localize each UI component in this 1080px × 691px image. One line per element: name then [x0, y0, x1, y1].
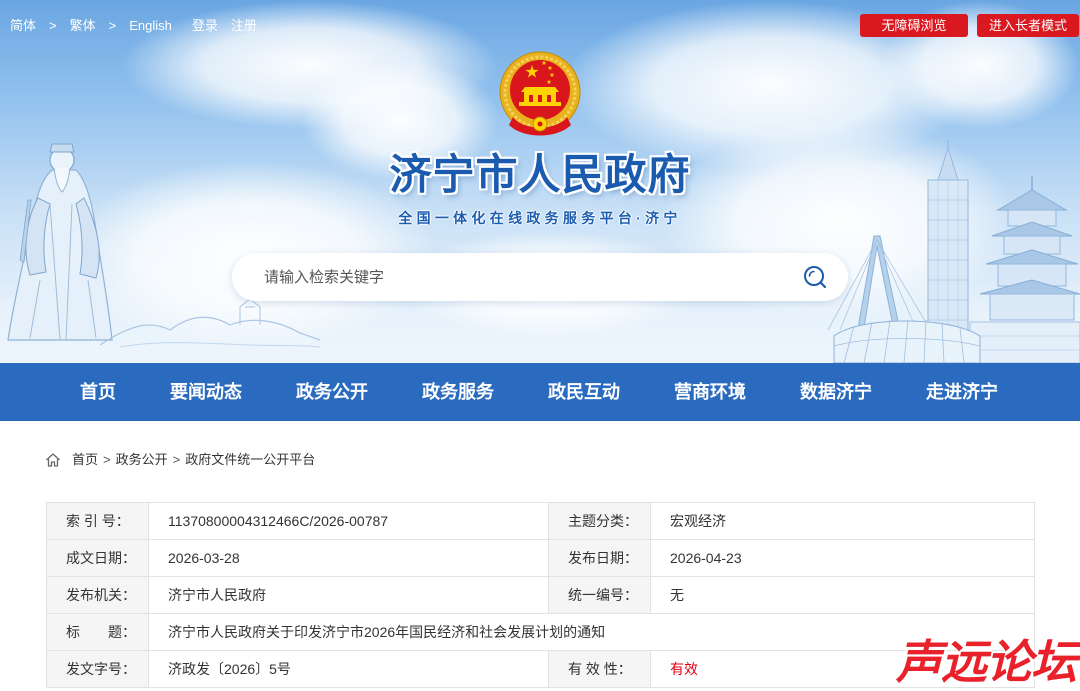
search-bar [232, 253, 848, 301]
main-navigation: 首页 要闻动态 政务公开 政务服务 政民互动 营商环境 数据济宁 走进济宁 [0, 363, 1080, 421]
table-row: 发文字号： 济政发〔2026〕5号 有 效 性： 有效 [46, 650, 1035, 688]
breadcrumb-separator: > [103, 452, 111, 467]
breadcrumb: 首页 > 政务公开 > 政府文件统一公开平台 [45, 451, 315, 469]
site-header: 简体 > 繁体 > English 登录 注册 无障碍浏览 进入长者模式 济宁市… [0, 0, 1080, 363]
lang-traditional-link[interactable]: 繁体 [70, 17, 96, 35]
issuer-label: 发布机关： [46, 576, 149, 614]
publish-date-value: 2026-04-23 [650, 539, 1035, 577]
lang-english-link[interactable]: English [129, 17, 172, 35]
table-row: 标 题： 济宁市人民政府关于印发济宁市2026年国民经济和社会发展计划的通知 [46, 613, 1035, 651]
national-emblem-icon [499, 51, 581, 136]
index-no-label: 索 引 号： [46, 502, 149, 540]
title-label: 标 题： [46, 613, 149, 651]
unified-no-value: 无 [650, 576, 1035, 614]
nav-item-about[interactable]: 走进济宁 [899, 363, 1025, 421]
doc-no-label: 发文字号： [46, 650, 149, 688]
forum-watermark: 声远论坛 [896, 636, 1077, 688]
search-input[interactable] [264, 253, 784, 301]
language-account-links: 简体 > 繁体 > English 登录 注册 [10, 17, 270, 35]
nav-item-news[interactable]: 要闻动态 [143, 363, 269, 421]
link-separator: > [49, 18, 57, 33]
accessibility-button[interactable]: 无障碍浏览 [860, 14, 968, 37]
register-link[interactable]: 注册 [231, 17, 257, 35]
validity-label: 有 效 性： [548, 650, 651, 688]
issuer-value: 济宁市人民政府 [148, 576, 549, 614]
table-row: 发布机关： 济宁市人民政府 统一编号： 无 [46, 576, 1035, 614]
doc-no-value: 济政发〔2026〕5号 [148, 650, 549, 688]
nav-item-gov-services[interactable]: 政务服务 [395, 363, 521, 421]
written-date-value: 2026-03-28 [148, 539, 549, 577]
topic-label: 主题分类： [548, 502, 651, 540]
table-row: 索 引 号： 11370800004312466C/2026-00787 主题分… [46, 502, 1035, 540]
table-row: 成文日期： 2026-03-28 发布日期： 2026-04-23 [46, 539, 1035, 577]
publish-date-label: 发布日期： [548, 539, 651, 577]
breadcrumb-item-document-platform[interactable]: 政府文件统一公开平台 [185, 451, 315, 469]
nav-item-interaction[interactable]: 政民互动 [521, 363, 647, 421]
topic-value: 宏观经济 [650, 502, 1035, 540]
link-separator: > [108, 18, 117, 33]
breadcrumb-separator: > [172, 452, 181, 467]
index-no-value: 11370800004312466C/2026-00787 [148, 502, 549, 540]
written-date-label: 成文日期： [46, 539, 149, 577]
nav-item-business[interactable]: 营商环境 [647, 363, 773, 421]
breadcrumb-item-gov-info[interactable]: 政务公开 [116, 451, 168, 469]
nav-item-home[interactable]: 首页 [53, 363, 143, 421]
site-subtitle: 全国一体化在线政务服务平台·济宁 [398, 210, 682, 226]
document-info-table: 索 引 号： 11370800004312466C/2026-00787 主题分… [46, 502, 1035, 688]
elder-mode-button[interactable]: 进入长者模式 [977, 14, 1079, 37]
login-link[interactable]: 登录 [192, 17, 218, 35]
nav-item-gov-info[interactable]: 政务公开 [269, 363, 395, 421]
nav-item-data[interactable]: 数据济宁 [773, 363, 899, 421]
site-title: 济宁市人民政府 [389, 151, 691, 198]
breadcrumb-item-home[interactable]: 首页 [72, 451, 98, 469]
home-icon[interactable] [45, 452, 61, 468]
unified-no-label: 统一编号： [548, 576, 651, 614]
lang-simplified-link[interactable]: 简体 [10, 17, 36, 35]
search-icon[interactable] [802, 264, 828, 290]
